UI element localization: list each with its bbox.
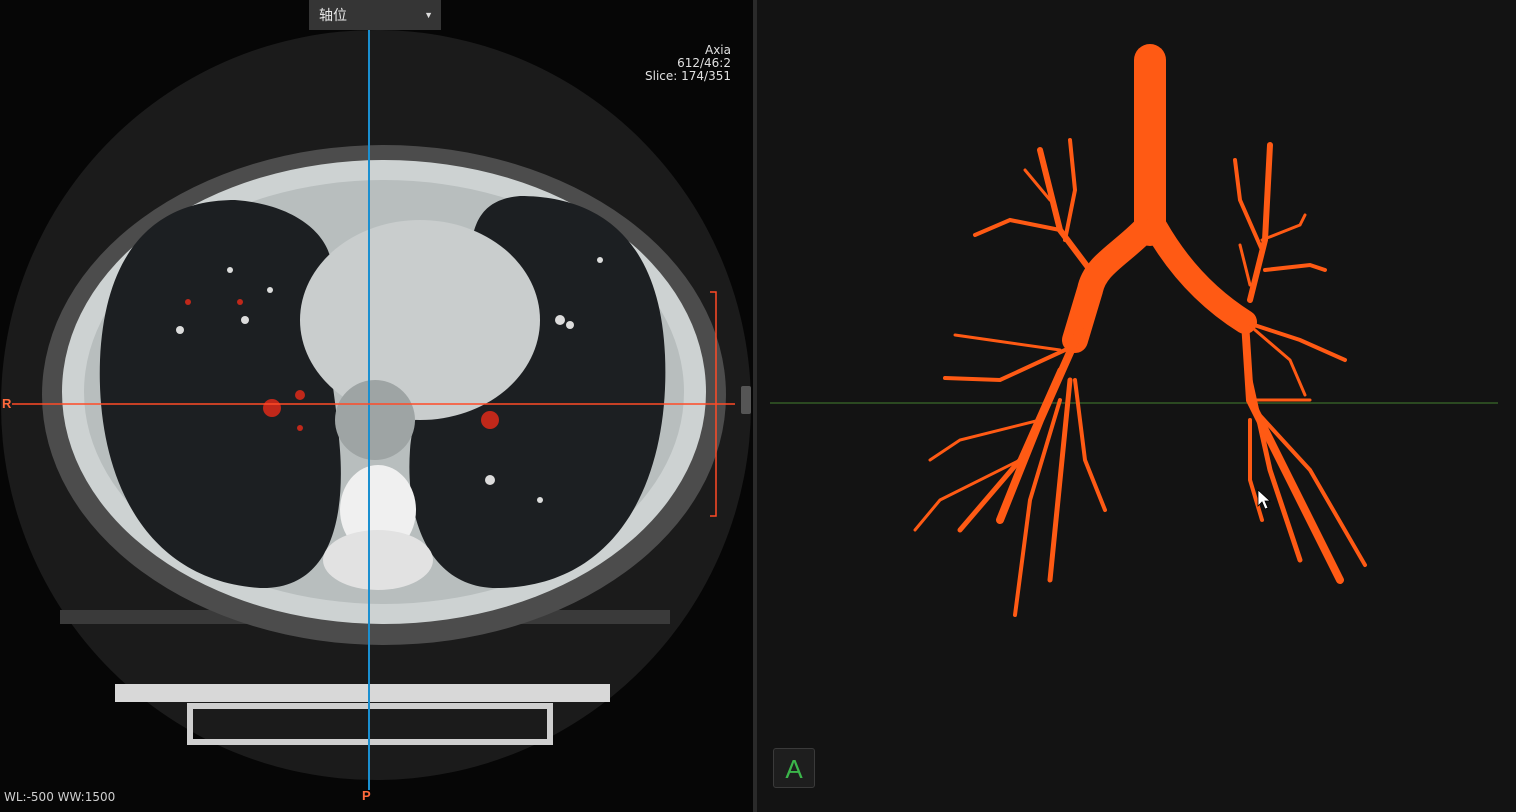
vr-3d-viewport[interactable] <box>757 0 1516 812</box>
view-orientation-select[interactable]: 轴位 ▼ <box>309 0 441 30</box>
chevron-down-icon: ▼ <box>424 10 433 20</box>
vr-orientation-button[interactable]: A <box>773 748 815 788</box>
orientation-label-right: R <box>2 396 12 411</box>
slice-info-overlay: Axia 612/46:2 Slice: 174/351 <box>645 44 731 83</box>
window-level-readout: WL:-500 WW:1500 <box>4 790 116 804</box>
orientation-label-posterior: P <box>362 788 371 803</box>
slice-index: Slice: 174/351 <box>645 69 731 83</box>
view-orientation-value: 轴位 <box>319 7 347 23</box>
ct-slice-image <box>1 30 751 790</box>
splitter-handle[interactable] <box>741 386 751 414</box>
ct-axial-viewport[interactable]: 轴位 ▼ Axia 612/46:2 Slice: 174/351 R P WL… <box>0 0 753 812</box>
